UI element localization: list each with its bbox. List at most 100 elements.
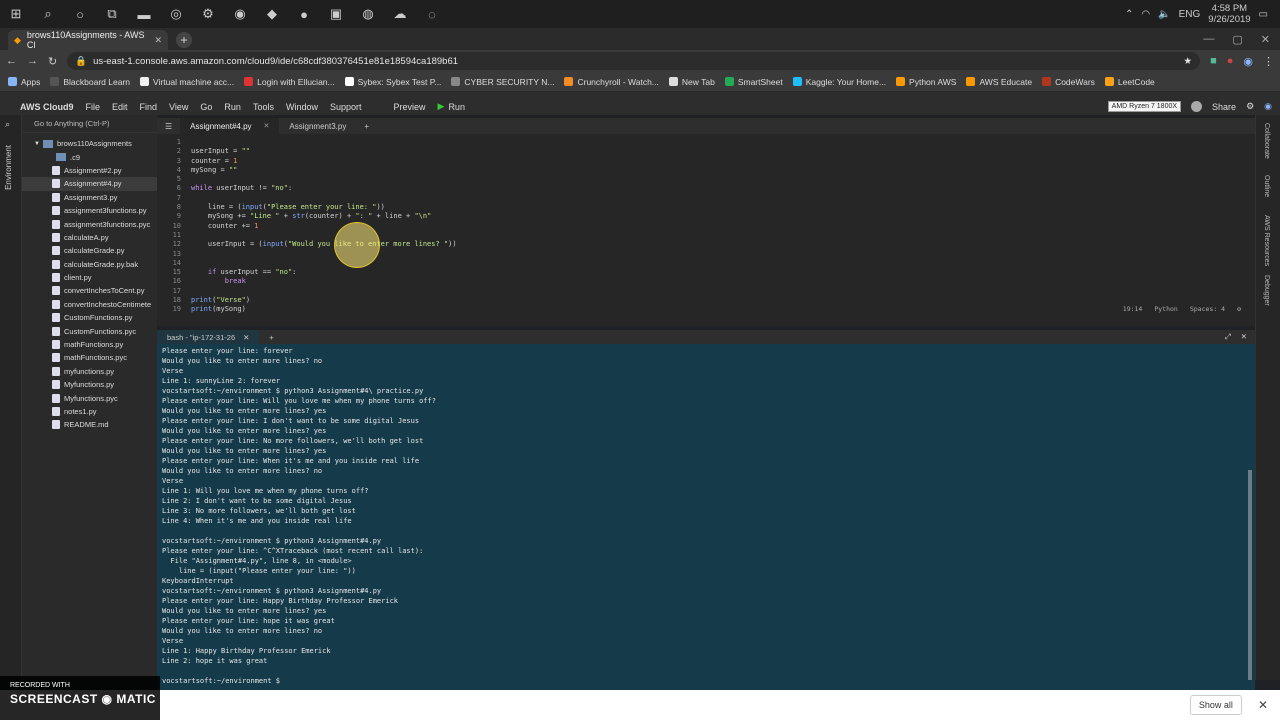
browser-tab-active[interactable]: ◆ brows110Assignments - AWS Cl ✕ <box>8 30 168 50</box>
extension2-icon[interactable]: ● <box>1227 55 1234 67</box>
chevron-up-icon[interactable]: ⌃ <box>1125 9 1133 20</box>
share-button[interactable]: Share <box>1212 102 1236 112</box>
maximize-icon[interactable]: ▢ <box>1232 33 1242 46</box>
preview-button[interactable]: Preview <box>394 102 426 112</box>
bookmark-item[interactable]: CYBER SECURITY N... <box>451 77 554 87</box>
tree-item[interactable]: Assignment3.py <box>22 191 157 204</box>
cursor-position[interactable]: 19:14 <box>1123 305 1143 314</box>
tree-item[interactable]: README.md <box>22 418 157 431</box>
back-icon[interactable]: ← <box>6 55 17 67</box>
menu-item-go[interactable]: Go <box>200 102 212 112</box>
search-icon[interactable]: ⌕ <box>32 0 64 28</box>
bookmark-item[interactable]: Virtual machine acc... <box>140 77 234 87</box>
tree-item[interactable]: CustomFunctions.pyc <box>22 324 157 337</box>
steam-icon[interactable]: ⚙ <box>192 0 224 28</box>
obs-icon[interactable]: ◍ <box>352 0 384 28</box>
tree-item[interactable]: calculateA.py <box>22 231 157 244</box>
menu-item-file[interactable]: File <box>86 102 101 112</box>
menu-dots-icon[interactable]: ⋮ <box>1263 55 1274 68</box>
add-tab-icon[interactable]: + <box>356 122 377 131</box>
menu-item-tools[interactable]: Tools <box>253 102 274 112</box>
bookmark-item[interactable]: SmartSheet <box>724 77 783 87</box>
tree-item[interactable]: calculateGrade.py <box>22 244 157 257</box>
url-field[interactable]: 🔒 us-east-1.console.aws.amazon.com/cloud… <box>67 52 1201 70</box>
onedrive-icon[interactable]: ☁ <box>384 0 416 28</box>
profile-icon[interactable]: ◉ <box>1243 55 1253 68</box>
user-icon[interactable]: ◉ <box>1264 101 1272 112</box>
editor-tab[interactable]: Assignment#4.py ✕ <box>180 118 280 134</box>
close-icon[interactable]: ✕ <box>243 333 249 342</box>
reload-icon[interactable]: ↻ <box>48 55 57 68</box>
bookmark-item[interactable]: CodeWars <box>1042 77 1095 87</box>
goto-anything-input[interactable]: Go to Anything (Ctrl-P) <box>22 115 157 133</box>
terminal-tab[interactable]: bash - "ip-172-31-26 ✕ <box>157 330 260 344</box>
menu-item-support[interactable]: Support <box>330 102 362 112</box>
right-rail-tab[interactable]: AWS Resources <box>1263 215 1270 266</box>
bookmark-item[interactable]: AWS Educate <box>966 77 1032 87</box>
tree-item[interactable]: Myfunctions.py <box>22 378 157 391</box>
avatar[interactable] <box>1191 101 1203 112</box>
tab-menu-icon[interactable]: ☰ <box>157 122 180 131</box>
clock[interactable]: 4:58 PM 9/26/2019 <box>1208 3 1250 25</box>
app2-icon[interactable]: ▣ <box>320 0 352 28</box>
tree-item[interactable]: Assignment#4.py <box>22 177 157 191</box>
tree-item[interactable]: Assignment#2.py <box>22 164 157 177</box>
tree-item[interactable]: convertInchestoCentimete <box>22 298 157 311</box>
tree-item[interactable]: convertInchesToCent.py <box>22 284 157 297</box>
origin-icon[interactable]: ● <box>288 0 320 28</box>
bookmark-item[interactable]: Apps <box>8 77 40 87</box>
tree-item[interactable]: mathFunctions.py <box>22 338 157 351</box>
right-rail-tab[interactable]: Collaborate <box>1263 123 1270 159</box>
source-code[interactable]: userInput = "" counter = 1 mySong = "" w… <box>191 138 457 315</box>
language-indicator[interactable]: ENG <box>1179 9 1201 20</box>
menu-item-window[interactable]: Window <box>286 102 318 112</box>
code-area[interactable]: 1 2 3 4 5 6 7 8 9 10 11 12 13 14 15 16 17 18 19 userInput … <box>157 134 1255 316</box>
bookmark-item[interactable]: Crunchyroll - Watch... <box>564 77 659 87</box>
task-view-icon[interactable]: ⧉ <box>96 0 128 28</box>
bookmark-item[interactable]: Kaggle: Your Home... <box>792 77 886 87</box>
right-rail-tab[interactable]: Outline <box>1263 175 1270 197</box>
tree-item[interactable]: .c9 <box>22 150 157 163</box>
tree-item[interactable]: CustomFunctions.py <box>22 311 157 324</box>
volume-icon[interactable]: 🔈 <box>1158 9 1170 20</box>
close-icon[interactable]: ✕ <box>264 122 270 130</box>
forward-icon[interactable]: → <box>27 55 38 67</box>
menu-item-find[interactable]: Find <box>140 102 158 112</box>
terminal-output[interactable]: Please enter your line: forever Would you… <box>157 344 1255 690</box>
bookmark-item[interactable]: Blackboard Learn <box>50 77 130 87</box>
editor-tab[interactable]: Assignment3.py <box>279 118 356 134</box>
gear-icon[interactable]: ⚙ <box>1237 305 1241 314</box>
bookmark-item[interactable]: Sybex: Sybex Test P... <box>344 77 441 87</box>
right-rail-tab[interactable]: Debugger <box>1263 275 1270 306</box>
windows-icon[interactable]: ⊞ <box>0 0 32 28</box>
menu-item-edit[interactable]: Edit <box>112 102 128 112</box>
close-window-icon[interactable]: ✕ <box>1261 33 1270 46</box>
close-panel-icon[interactable]: ✕ <box>1241 332 1247 342</box>
new-tab-button[interactable]: + <box>176 32 192 48</box>
tree-item[interactable]: assignment3functions.pyc <box>22 217 157 230</box>
cortana-icon[interactable]: ○ <box>64 0 96 28</box>
tree-item[interactable]: notes1.py <box>22 405 157 418</box>
close-tab-icon[interactable]: ✕ <box>154 35 162 46</box>
search-icon[interactable]: ⌕ <box>5 119 10 130</box>
run-button[interactable]: ▶ Run <box>438 101 465 112</box>
menu-item-view[interactable]: View <box>169 102 188 112</box>
app-icon[interactable]: ◆ <box>256 0 288 28</box>
file-explorer-icon[interactable]: ▬ <box>128 0 160 28</box>
c9-brand[interactable]: AWS Cloud9 <box>20 102 74 112</box>
notifications-icon[interactable]: ▭ <box>1259 9 1268 20</box>
tree-item[interactable]: assignment3functions.py <box>22 204 157 217</box>
spotify-icon[interactable]: ◉ <box>224 0 256 28</box>
maximize-panel-icon[interactable]: ⤢ <box>1225 332 1231 342</box>
extension-icon[interactable]: ■ <box>1210 55 1217 67</box>
add-terminal-icon[interactable]: + <box>259 333 283 342</box>
app3-icon[interactable]: ◌ <box>416 0 448 28</box>
terminal-scrollbar[interactable] <box>1248 470 1252 680</box>
gear-icon[interactable]: ⚙ <box>1246 101 1254 112</box>
tree-item[interactable]: myfunctions.py <box>22 365 157 378</box>
wifi-icon[interactable]: ◠ <box>1141 9 1150 20</box>
environment-rail-tab[interactable]: Environment <box>4 145 13 190</box>
language-mode[interactable]: Python <box>1154 305 1177 314</box>
chrome-icon[interactable]: ◎ <box>160 0 192 28</box>
tree-item[interactable]: calculateGrade.py.bak <box>22 258 157 271</box>
